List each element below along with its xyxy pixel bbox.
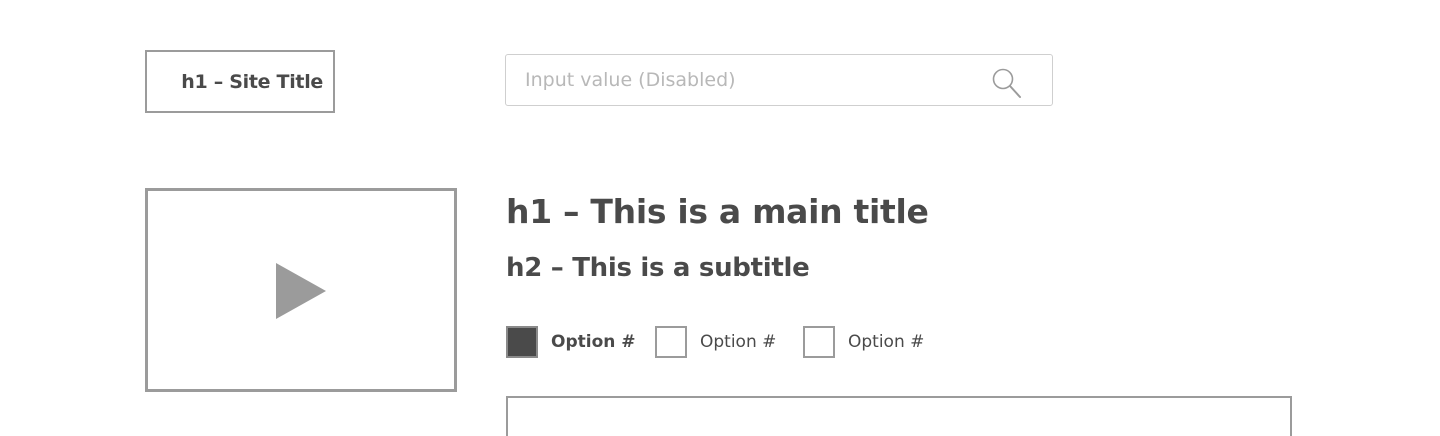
option-label: Option #: [551, 332, 636, 352]
option-label: Option #: [700, 332, 777, 352]
option-1[interactable]: Option #: [506, 323, 636, 361]
site-title-text: h1 – Site Title: [181, 70, 323, 93]
main-title: h1 – This is a main title: [506, 192, 929, 231]
checkbox[interactable]: [803, 326, 835, 358]
search-field: [505, 54, 1053, 106]
checkbox[interactable]: [655, 326, 687, 358]
option-3[interactable]: Option #: [803, 323, 924, 361]
search-icon[interactable]: [990, 66, 1024, 100]
play-icon[interactable]: [276, 263, 328, 319]
option-2[interactable]: Option #: [655, 323, 776, 361]
video-player[interactable]: [145, 188, 457, 392]
search-input[interactable]: [506, 55, 976, 105]
checkbox-checked[interactable]: [506, 326, 538, 358]
option-label: Option #: [848, 332, 925, 352]
subtitle: h2 – This is a subtitle: [506, 253, 810, 283]
site-title[interactable]: h1 – Site Title: [145, 50, 335, 113]
content-panel: [506, 396, 1292, 436]
